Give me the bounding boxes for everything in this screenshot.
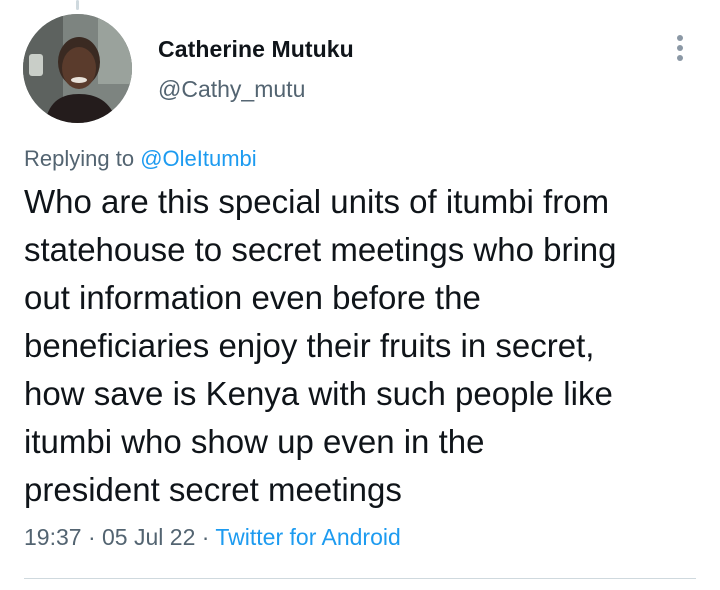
more-options-button[interactable] [664,30,696,66]
avatar[interactable] [23,14,132,123]
tweet-meta: 19:37 · 05 Jul 22 · Twitter for Android [24,524,401,551]
divider [24,578,696,579]
avatar-photo [23,14,132,123]
meta-separator: · [81,524,103,550]
reply-mention-link[interactable]: @OleItumbi [140,146,256,171]
tweet-text: Who are this special units of itumbi fro… [24,183,617,508]
author-handle[interactable]: @Cathy_mutu [158,76,305,103]
reply-context: Replying to @OleItumbi [24,146,257,172]
reply-prefix: Replying to [24,146,141,171]
meta-separator: · [195,524,216,550]
more-vertical-icon [677,35,683,61]
tweet-time[interactable]: 19:37 [24,524,82,550]
tweet-date[interactable]: 05 Jul 22 [102,524,195,550]
author-name[interactable]: Catherine Mutuku [158,36,354,63]
thread-connector-line [76,0,79,10]
tweet-source-link[interactable]: Twitter for Android [215,524,400,550]
